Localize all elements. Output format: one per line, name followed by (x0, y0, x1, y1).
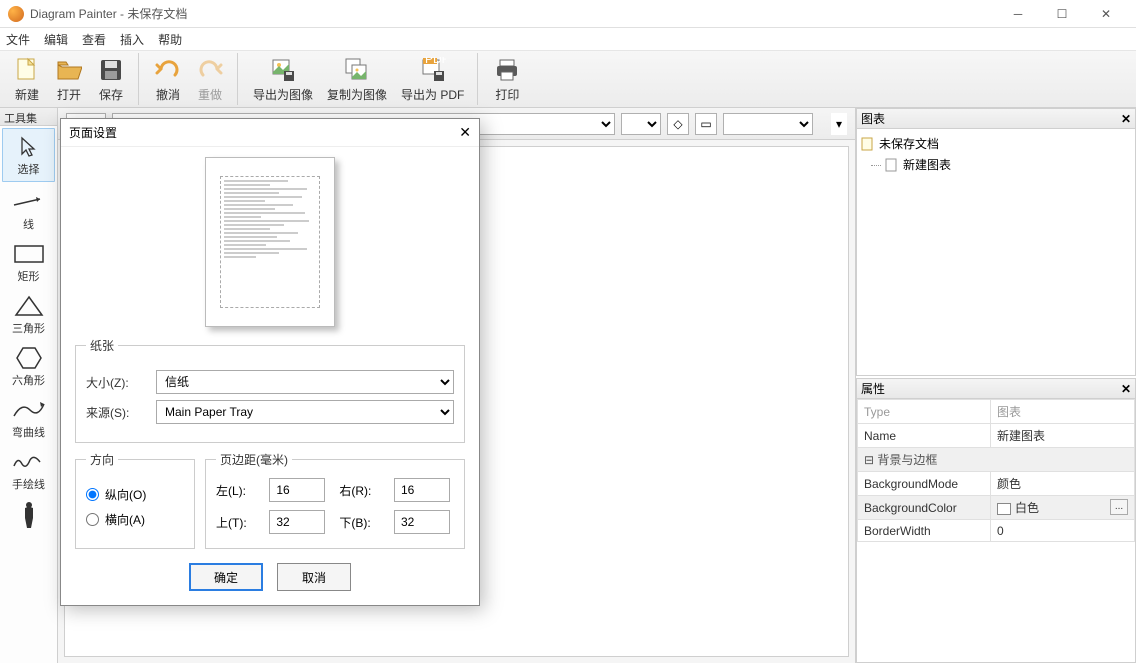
source-label: 来源(S): (86, 404, 146, 421)
export-pdf-button[interactable]: PDF 导出为 PDF (394, 53, 471, 106)
color-swatch-white (997, 503, 1011, 515)
menu-file[interactable]: 文件 (6, 31, 30, 48)
printer-icon (493, 56, 521, 84)
rectangle-icon (12, 242, 46, 266)
properties-panel: 属性 ✕ Type 图表 Name 新建图表 ⊟ 背景与边框 (856, 378, 1136, 663)
portrait-radio[interactable]: 纵向(O) (86, 486, 184, 503)
window-title: Diagram Painter - 未保存文档 (30, 5, 996, 22)
paper-size-select[interactable]: 信纸 (156, 370, 454, 394)
prop-row-name[interactable]: Name 新建图表 (858, 424, 1135, 448)
menu-edit[interactable]: 编辑 (44, 31, 68, 48)
landscape-radio[interactable]: 横向(A) (86, 511, 184, 528)
new-button[interactable]: 新建 (6, 53, 48, 106)
tool-hexagon[interactable]: 六角形 (0, 340, 57, 392)
diagrams-panel-title: 图表 (861, 110, 885, 127)
export-image-icon (269, 56, 297, 84)
margin-right-input[interactable] (394, 478, 450, 502)
size-label: 大小(Z): (86, 374, 146, 391)
diamond-icon[interactable]: ◇ (667, 113, 689, 135)
margin-left-input[interactable] (269, 478, 325, 502)
page-setup-dialog: 页面设置 ✕ 纸张 (60, 118, 480, 606)
undo-button[interactable]: 撤消 (147, 53, 189, 106)
copy-image-icon (343, 56, 371, 84)
rect-icon[interactable]: ▭ (695, 113, 717, 135)
save-icon (97, 56, 125, 84)
collapse-toggle[interactable]: ▾ (831, 113, 847, 135)
export-image-button[interactable]: 导出为图像 (246, 53, 320, 106)
tool-select[interactable]: 选择 (2, 128, 55, 182)
prop-row-borderwidth[interactable]: BorderWidth 0 (858, 520, 1135, 542)
menu-insert[interactable]: 插入 (120, 31, 144, 48)
properties-panel-close[interactable]: ✕ (1121, 382, 1131, 396)
line-icon (12, 190, 46, 214)
save-button[interactable]: 保存 (90, 53, 132, 106)
cancel-button[interactable]: 取消 (277, 563, 351, 591)
document-icon (861, 137, 875, 151)
color-picker-button[interactable]: ... (1110, 499, 1128, 515)
paper-source-select[interactable]: Main Paper Tray (156, 400, 454, 424)
svg-text:PDF: PDF (425, 57, 446, 66)
maximize-button[interactable]: ☐ (1040, 0, 1084, 28)
curve-icon (12, 398, 46, 422)
export-pdf-icon: PDF (419, 56, 447, 84)
margin-bottom-input[interactable] (394, 510, 450, 534)
dialog-title: 页面设置 (69, 124, 117, 141)
palette-title: 工具集 (0, 108, 57, 126)
tool-line[interactable]: 线 (0, 184, 57, 236)
prop-row-type: Type 图表 (858, 400, 1135, 424)
paper-fieldset: 纸张 大小(Z): 信纸 来源(S): Main Paper Tray (75, 337, 465, 443)
ok-button[interactable]: 确定 (189, 563, 263, 591)
properties-panel-title: 属性 (861, 380, 885, 397)
folder-open-icon (55, 56, 83, 84)
margin-top-input[interactable] (269, 510, 325, 534)
main-toolbar: 新建 打开 保存 撤消 重做 导出为图像 复制为图像 PDF (0, 50, 1136, 108)
margins-fieldset: 页边距(毫米) 左(L): 右(R): 上(T): 下(B): (205, 451, 465, 549)
new-file-icon (13, 56, 41, 84)
tool-curve[interactable]: 弯曲线 (0, 392, 57, 444)
title-bar: Diagram Painter - 未保存文档 ─ ☐ ✕ (0, 0, 1136, 28)
app-icon (8, 6, 24, 22)
dialog-close-button[interactable]: ✕ (459, 124, 471, 141)
tool-freehand[interactable]: 手绘线 (0, 444, 57, 496)
cursor-icon (12, 135, 46, 159)
page-icon (885, 158, 899, 172)
prop-row-bgmode[interactable]: BackgroundMode 颜色 (858, 472, 1135, 496)
redo-icon (196, 56, 224, 84)
prop-section-bg[interactable]: ⊟ 背景与边框 (858, 448, 1135, 472)
hexagon-icon (12, 346, 46, 370)
print-button[interactable]: 打印 (486, 53, 528, 106)
triangle-icon (12, 294, 46, 318)
freehand-icon (12, 450, 46, 474)
tool-person[interactable] (0, 496, 57, 530)
undo-icon (154, 56, 182, 84)
tree-root[interactable]: 未保存文档 (861, 133, 1131, 154)
page-preview (205, 157, 335, 327)
menu-view[interactable]: 查看 (82, 31, 106, 48)
tree-child[interactable]: 新建图表 (861, 154, 1131, 175)
prop-row-bgcolor[interactable]: BackgroundColor 白色... (858, 496, 1135, 520)
minimize-button[interactable]: ─ (996, 0, 1040, 28)
copy-image-button[interactable]: 复制为图像 (320, 53, 394, 106)
tool-triangle[interactable]: 三角形 (0, 288, 57, 340)
diagrams-panel: 图表 ✕ 未保存文档 新建图表 (856, 108, 1136, 376)
format-select-3[interactable] (621, 113, 661, 135)
tool-rectangle[interactable]: 矩形 (0, 236, 57, 288)
close-button[interactable]: ✕ (1084, 0, 1128, 28)
orientation-fieldset: 方向 纵向(O) 横向(A) (75, 451, 195, 549)
format-select-4[interactable] (723, 113, 813, 135)
redo-button[interactable]: 重做 (189, 53, 231, 106)
menu-help[interactable]: 帮助 (158, 31, 182, 48)
tool-palette: 工具集 选择 线 矩形 三角形 六角形 (0, 108, 58, 663)
diagrams-panel-close[interactable]: ✕ (1121, 112, 1131, 126)
person-icon (12, 502, 46, 526)
menu-bar: 文件 编辑 查看 插入 帮助 (0, 28, 1136, 50)
open-button[interactable]: 打开 (48, 53, 90, 106)
